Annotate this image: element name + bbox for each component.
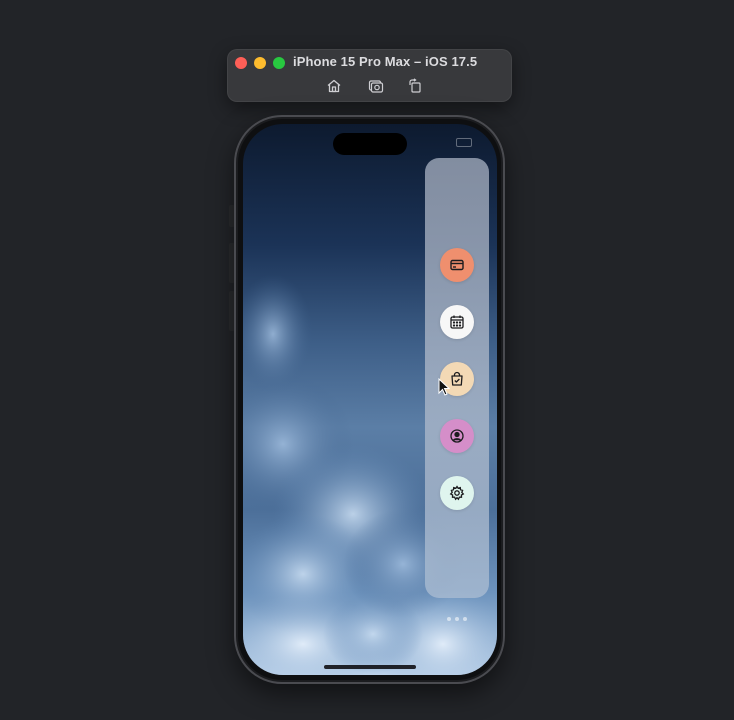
more-dots-icon[interactable] <box>442 614 472 624</box>
home-indicator[interactable] <box>324 665 416 669</box>
shopping-bag-check-icon <box>451 371 463 386</box>
house-icon <box>327 79 341 93</box>
screenshot-button[interactable] <box>366 76 386 96</box>
battery-icon <box>456 138 472 147</box>
calendar-icon <box>450 315 464 329</box>
home-button[interactable] <box>324 76 344 96</box>
window-title: iPhone 15 Pro Max – iOS 17.5 <box>293 54 478 69</box>
calendar-menu-button[interactable] <box>440 305 474 339</box>
profile-menu-button[interactable] <box>440 419 474 453</box>
credit-card-icon <box>450 259 464 271</box>
rotate-icon <box>409 78 421 93</box>
zoom-window-button[interactable] <box>273 57 285 69</box>
phone-screen <box>243 124 497 675</box>
dynamic-island <box>333 133 407 155</box>
mouse-cursor-icon <box>438 378 450 396</box>
settings-menu-button[interactable] <box>440 476 474 510</box>
user-circle-icon <box>450 429 464 443</box>
simulator-toolbar: iPhone 15 Pro Max – iOS 17.5 <box>227 49 512 102</box>
gear-icon <box>449 485 465 501</box>
minimize-window-button[interactable] <box>254 57 266 69</box>
camera-screenshot-icon <box>368 80 384 93</box>
rotate-button[interactable] <box>405 76 425 96</box>
payment-menu-button[interactable] <box>440 248 474 282</box>
close-window-button[interactable] <box>235 57 247 69</box>
